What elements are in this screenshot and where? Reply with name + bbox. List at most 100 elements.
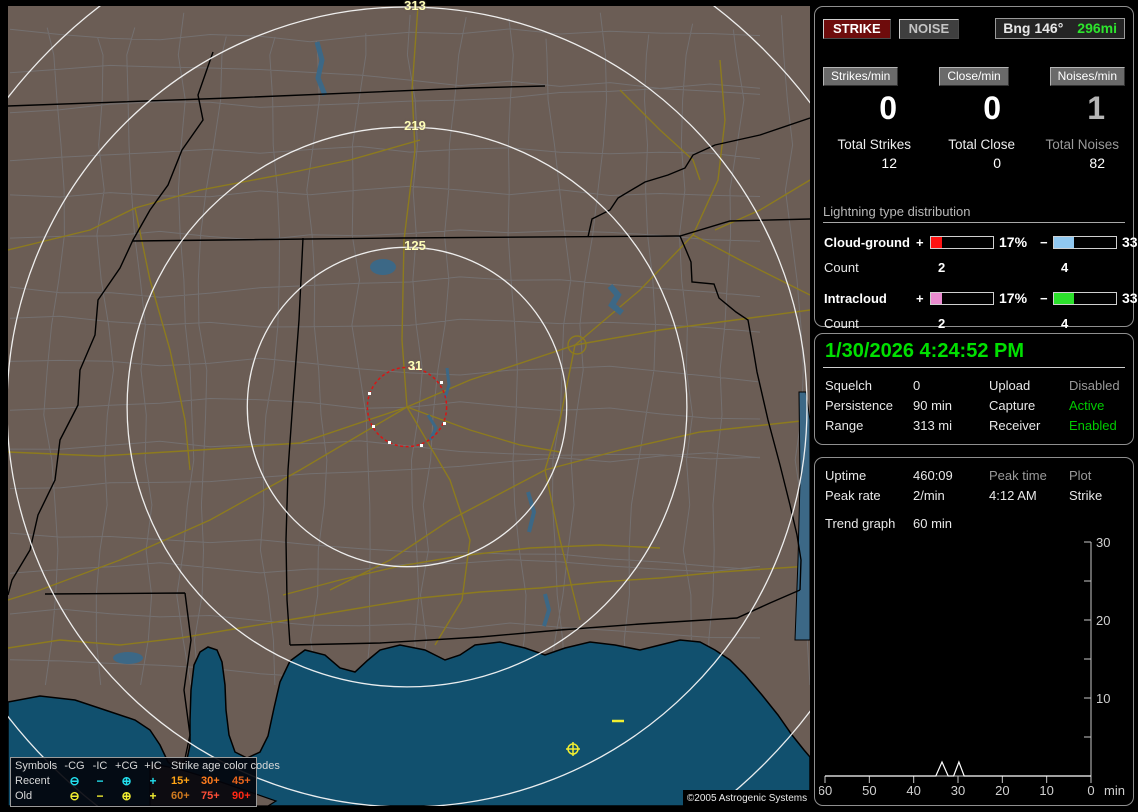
svg-text:0: 0 <box>1087 783 1094 798</box>
total-close-label: Total Close <box>948 137 1015 152</box>
distribution-title: Lightning type distribution <box>823 204 1125 223</box>
legend-col-ncg: -CG <box>64 760 85 772</box>
svg-text:10: 10 <box>1096 691 1110 706</box>
intracloud-label: Intracloud <box>824 290 887 306</box>
legend-row-old-label: Old <box>15 790 33 802</box>
app-window: { "window": { "copyright": "©2005 Astrog… <box>0 0 1138 812</box>
age-15: 15+ <box>171 775 190 787</box>
svg-text:20: 20 <box>1096 613 1110 628</box>
status-panel: 1/30/2026 4:24:52 PM Squelch 0 Upload Di… <box>814 333 1134 445</box>
mode-button-row: STRIKE NOISE Bng 146° 296mi <box>815 7 1133 39</box>
total-close-value: 0 <box>993 155 1001 171</box>
trend-graph-window: 60 min <box>913 516 953 531</box>
cg-minus-pct: 33% <box>1122 234 1138 250</box>
ic-minus-count: 4 <box>1061 315 1069 331</box>
ky-tn-border <box>8 85 546 107</box>
noise-mode-button[interactable]: NOISE <box>898 18 960 39</box>
plot-header: Plot <box>1069 468 1092 483</box>
svg-text:30: 30 <box>951 783 965 798</box>
cg-plus-count: 2 <box>938 259 946 275</box>
uptime-label: Uptime <box>825 468 867 483</box>
persistence-label: Persistence <box>825 398 893 413</box>
ring-label-313: 313 <box>404 0 426 14</box>
old-pcg-icon: ⊕ <box>121 789 132 803</box>
ring-label-125: 125 <box>404 238 426 254</box>
close-per-min-value: 0 <box>983 90 1001 126</box>
receiver-label: Receiver <box>989 418 1041 433</box>
squelch-value: 0 <box>913 378 921 393</box>
cloud-ground-count-row: Count 2 4 <box>815 258 1133 276</box>
cg-minus-count: 4 <box>1061 259 1069 275</box>
age-60: 60+ <box>171 790 190 802</box>
plot-value: Strike <box>1069 488 1103 503</box>
cg-plus-pct: 17% <box>999 234 1028 250</box>
bearing-value: Bng 146° <box>1003 20 1064 36</box>
map-legend: Symbols -CG -IC +CG +IC Strike age color… <box>10 757 280 807</box>
cloud-ground-row: Cloud-ground + 17% − 33% <box>815 232 1138 252</box>
status-grid: Squelch 0 Upload Disabled Persistence 90… <box>815 368 1133 436</box>
trend-graph: 10 20 30 60 50 40 30 20 10 0 min <box>819 535 1125 798</box>
intracloud-count-row: Count 2 4 <box>815 314 1133 332</box>
total-noises-value: 82 <box>1089 155 1105 171</box>
svg-text:40: 40 <box>906 783 920 798</box>
total-values-row: 12 0 82 <box>815 152 1133 174</box>
chattahoochee-river <box>794 391 810 641</box>
ic-plus-bar <box>930 291 994 305</box>
peak-time-header: Peak time <box>989 468 1047 483</box>
svg-text:min: min <box>1104 783 1125 798</box>
noises-per-min-value: 1 <box>1087 90 1105 126</box>
rate-values-row: 0 0 1 <box>815 86 1133 125</box>
session-grid: Uptime 460:09 Peak time Plot Peak rate 2… <box>815 458 1133 506</box>
noises-per-min-chip: Noises/min <box>1049 67 1125 86</box>
svg-text:20: 20 <box>995 783 1009 798</box>
legend-col-pic: +IC <box>144 760 162 772</box>
uptime-value: 460:09 <box>913 468 953 483</box>
total-labels-row: Total Strikes Total Close Total Noises <box>815 125 1133 152</box>
cg-minus-bar <box>1053 235 1117 249</box>
squelch-label: Squelch <box>825 378 872 393</box>
total-strikes-label: Total Strikes <box>837 137 911 152</box>
old-pic-icon: + <box>149 789 157 803</box>
svg-text:60: 60 <box>819 783 832 798</box>
total-noises-label: Total Noises <box>1045 137 1119 152</box>
recent-ncg-icon: ⊖ <box>69 774 80 788</box>
trend-graph-label: Trend graph <box>825 516 896 531</box>
copyright-bar: ©2005 Astrogenic Systems <box>683 790 811 806</box>
ic-plus-pct: 17% <box>999 290 1028 306</box>
range-label: Range <box>825 418 864 433</box>
tn-al-border <box>131 218 810 242</box>
age-75: 75+ <box>201 790 220 802</box>
strike-mode-button[interactable]: STRIKE <box>823 18 891 39</box>
range-value: 313 mi <box>913 418 953 433</box>
old-ncg-icon: ⊖ <box>69 789 80 803</box>
recent-pic-icon: + <box>149 774 157 788</box>
intracloud-row: Intracloud + 17% − 33% <box>815 288 1138 308</box>
recent-pcg-icon: ⊕ <box>121 774 132 788</box>
total-strikes-value: 12 <box>881 155 897 171</box>
ring-label-31: 31 <box>407 358 423 374</box>
svg-text:50: 50 <box>862 783 876 798</box>
age-30: 30+ <box>201 775 220 787</box>
svg-text:10: 10 <box>1039 783 1053 798</box>
legend-symbols-header: Symbols <box>15 760 58 772</box>
ring-label-219: 219 <box>404 118 426 134</box>
cg-plus-bar <box>930 235 994 249</box>
plus-sign: + <box>916 234 924 250</box>
ic-minus-bar <box>1053 291 1117 305</box>
minus-sign: − <box>1040 234 1048 250</box>
age-90: 90+ <box>232 790 251 802</box>
svg-text:30: 30 <box>1096 535 1110 550</box>
bearing-chip: Bng 146° 296mi <box>995 18 1125 39</box>
plus-sign: + <box>916 290 924 306</box>
minus-sign: − <box>1040 290 1048 306</box>
ic-minus-pct: 33% <box>1122 290 1138 306</box>
legend-ages-header: Strike age color codes <box>171 760 280 772</box>
upload-label: Upload <box>989 378 1031 393</box>
count-label: Count <box>824 315 859 331</box>
close-per-min-chip: Close/min <box>939 67 1009 86</box>
count-label: Count <box>824 259 859 275</box>
session-panel: Uptime 460:09 Peak time Plot Peak rate 2… <box>814 457 1134 806</box>
bearing-distance: 296mi <box>1077 20 1117 36</box>
county-lines <box>9 12 810 699</box>
trend-graph-row: Trend graph 60 min <box>815 506 1133 531</box>
